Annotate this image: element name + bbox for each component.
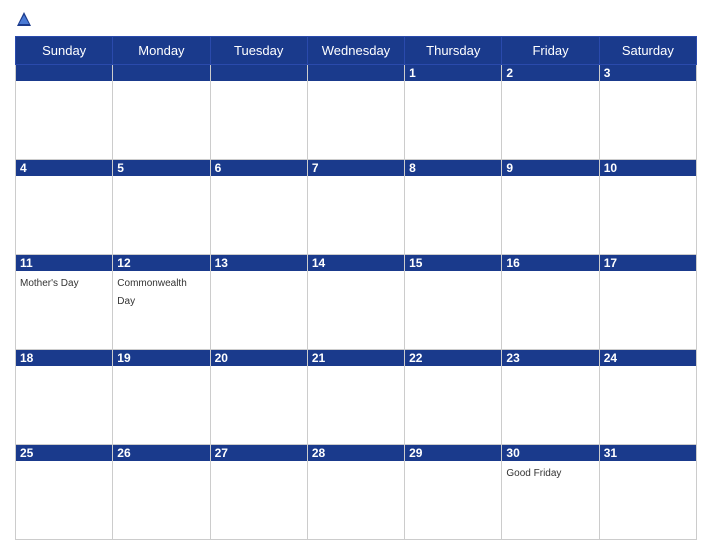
date-number: 21 (308, 350, 404, 366)
weekday-header-monday: Monday (113, 37, 210, 65)
calendar-week-row: 18192021222324 (16, 350, 697, 445)
calendar-cell: 16 (502, 255, 599, 350)
calendar-cell: 0 (210, 65, 307, 160)
date-number: 1 (405, 65, 501, 81)
weekday-header-tuesday: Tuesday (210, 37, 307, 65)
date-number: 25 (16, 445, 112, 461)
date-number: 4 (16, 160, 112, 176)
calendar-cell: 0 (307, 65, 404, 160)
calendar-cell: 15 (405, 255, 502, 350)
date-number: 2 (502, 65, 598, 81)
date-number: 24 (600, 350, 696, 366)
date-number: 23 (502, 350, 598, 366)
calendar-cell: 3 (599, 65, 696, 160)
calendar-cell: 21 (307, 350, 404, 445)
calendar-cell: 29 (405, 445, 502, 540)
calendar-cell: 0 (16, 65, 113, 160)
calendar-cell: 10 (599, 160, 696, 255)
calendar-cell: 13 (210, 255, 307, 350)
date-number: 9 (502, 160, 598, 176)
calendar-cell: 20 (210, 350, 307, 445)
calendar-cell: 26 (113, 445, 210, 540)
calendar-cell: 27 (210, 445, 307, 540)
date-number: 5 (113, 160, 209, 176)
date-number: 8 (405, 160, 501, 176)
date-number: 18 (16, 350, 112, 366)
date-number: 20 (211, 350, 307, 366)
calendar-cell: 30 Good Friday (502, 445, 599, 540)
date-number: 19 (113, 350, 209, 366)
date-number: 30 (502, 445, 598, 461)
date-number: 10 (600, 160, 696, 176)
date-number: 26 (113, 445, 209, 461)
logo-blue-text (15, 10, 35, 28)
date-number: 12 (113, 255, 209, 271)
date-number: 13 (211, 255, 307, 271)
calendar-cell: 23 (502, 350, 599, 445)
date-number: 17 (600, 255, 696, 271)
holiday-label: Commonwealth Day (117, 278, 186, 307)
date-number: 7 (308, 160, 404, 176)
calendar-week-row: 0000123 (16, 65, 697, 160)
weekday-header-wednesday: Wednesday (307, 37, 404, 65)
calendar-week-row: 252627282930 Good Friday 31 (16, 445, 697, 540)
calendar-week-row: 11 Mother's Day 12 Commonwealth Day 13141516… (16, 255, 697, 350)
weekday-header-friday: Friday (502, 37, 599, 65)
date-number: 6 (211, 160, 307, 176)
calendar-cell: 1 (405, 65, 502, 160)
date-number: 29 (405, 445, 501, 461)
calendar-cell: 11 Mother's Day (16, 255, 113, 350)
calendar-cell: 2 (502, 65, 599, 160)
weekday-header-sunday: Sunday (16, 37, 113, 65)
logo (15, 10, 35, 28)
calendar-cell: 5 (113, 160, 210, 255)
logo-icon (15, 10, 33, 28)
weekday-header-row: SundayMondayTuesdayWednesdayThursdayFrid… (16, 37, 697, 65)
weekday-header-thursday: Thursday (405, 37, 502, 65)
calendar-cell: 6 (210, 160, 307, 255)
calendar-cell: 24 (599, 350, 696, 445)
date-number: 11 (16, 255, 112, 271)
calendar-cell: 8 (405, 160, 502, 255)
calendar-cell: 14 (307, 255, 404, 350)
holiday-label: Mother's Day (20, 278, 79, 289)
calendar-cell: 0 (113, 65, 210, 160)
calendar-cell: 7 (307, 160, 404, 255)
calendar-cell: 31 (599, 445, 696, 540)
calendar-cell: 19 (113, 350, 210, 445)
date-number: 16 (502, 255, 598, 271)
date-number: 31 (600, 445, 696, 461)
date-number: 22 (405, 350, 501, 366)
calendar-cell: 4 (16, 160, 113, 255)
calendar-cell: 17 (599, 255, 696, 350)
weekday-header-saturday: Saturday (599, 37, 696, 65)
calendar-cell: 22 (405, 350, 502, 445)
calendar-week-row: 45678910 (16, 160, 697, 255)
calendar-cell: 28 (307, 445, 404, 540)
calendar-cell: 25 (16, 445, 113, 540)
date-number: 27 (211, 445, 307, 461)
page-header (15, 10, 697, 28)
date-number: 15 (405, 255, 501, 271)
calendar-table: SundayMondayTuesdayWednesdayThursdayFrid… (15, 36, 697, 540)
date-number: 3 (600, 65, 696, 81)
calendar-cell: 12 Commonwealth Day (113, 255, 210, 350)
date-number: 14 (308, 255, 404, 271)
date-number: 28 (308, 445, 404, 461)
calendar-cell: 18 (16, 350, 113, 445)
calendar-cell: 9 (502, 160, 599, 255)
holiday-label: Good Friday (506, 468, 561, 479)
